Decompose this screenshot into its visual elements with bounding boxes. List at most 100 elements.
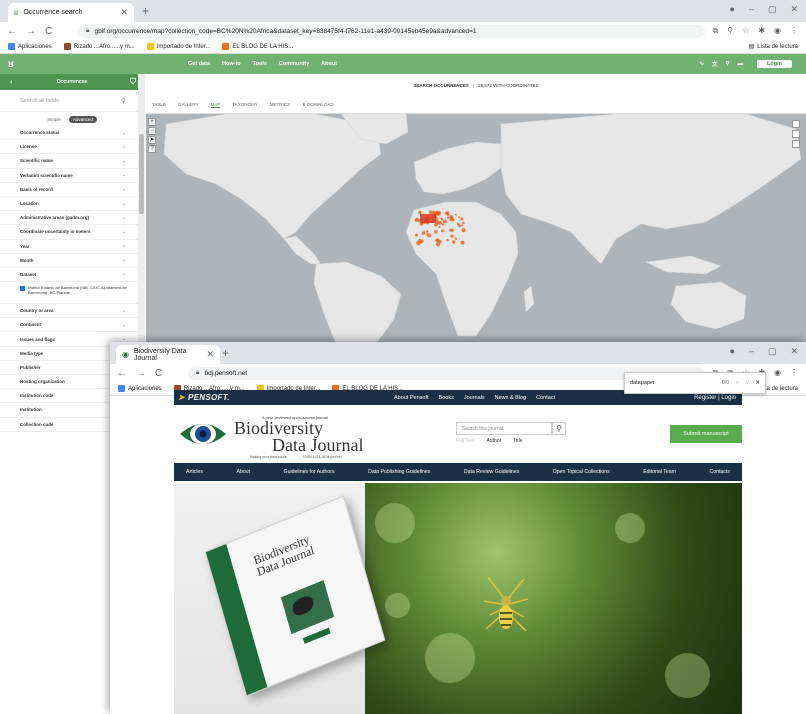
profile-icon[interactable]: ● bbox=[729, 346, 734, 357]
new-tab-button[interactable]: + bbox=[142, 4, 149, 18]
reading-list-button[interactable]: ▤Lista de lectura bbox=[749, 43, 806, 51]
account-icon[interactable]: ◉ bbox=[774, 368, 781, 378]
register-login-link[interactable]: Register | Login bbox=[694, 395, 736, 401]
tab-biodiversity-data-journal[interactable]: ◉ Biodiversity Data Journal ✕ bbox=[116, 345, 220, 364]
filter-item[interactable]: Country or area ⌄ bbox=[0, 304, 144, 319]
tab-map[interactable]: MAP bbox=[210, 102, 221, 108]
nav-about[interactable]: About bbox=[321, 61, 337, 67]
nav-contacts[interactable]: Contacts bbox=[709, 469, 729, 475]
filter-author[interactable]: Author bbox=[487, 438, 502, 444]
sidebar-search-input[interactable]: Search all fields ⚲ bbox=[0, 90, 144, 112]
zoom-icon[interactable]: ⚲ bbox=[727, 26, 733, 36]
nav-tools[interactable]: Tools bbox=[253, 61, 267, 67]
nav-books[interactable]: Books bbox=[439, 395, 454, 401]
menu-kebab-icon[interactable]: ⋮ bbox=[790, 368, 798, 378]
filter-item[interactable]: Continent ⌄ bbox=[0, 318, 144, 333]
translate-icon[interactable]: ⧉ bbox=[713, 26, 719, 36]
gbif-logo-icon[interactable]: ʁ bbox=[0, 59, 30, 70]
bookmark-item[interactable]: Aplicaciones bbox=[8, 43, 52, 50]
find-close-icon[interactable]: ✕ bbox=[755, 380, 760, 386]
url-field[interactable]: 🔒︎ gbif.org/occurrence/map?collection_co… bbox=[78, 24, 705, 38]
filter-item[interactable]: License ⌄ bbox=[0, 140, 144, 155]
minimize-button[interactable]: – bbox=[749, 4, 754, 15]
reload-icon[interactable]: C bbox=[45, 26, 52, 37]
extensions-icon[interactable]: ✱ bbox=[758, 26, 765, 36]
nav-data-review-guidelines[interactable]: Data Review Guidelines bbox=[464, 469, 519, 475]
nav-about[interactable]: About bbox=[237, 469, 251, 475]
account-icon[interactable]: ◉ bbox=[774, 26, 781, 36]
journal-search-input[interactable]: Search this journal bbox=[456, 422, 552, 435]
bookmark-item[interactable]: Importado de Inter... bbox=[146, 43, 210, 50]
close-window-button[interactable]: ✕ bbox=[790, 4, 798, 15]
scrollbar-thumb[interactable] bbox=[139, 134, 144, 214]
compass-icon[interactable]: ➤ bbox=[148, 136, 156, 144]
login-button[interactable]: Login bbox=[757, 60, 792, 68]
nav-news-blog[interactable]: News & Blog bbox=[495, 395, 527, 401]
nav-community[interactable]: Community bbox=[279, 61, 309, 67]
maximize-button[interactable]: ▢ bbox=[768, 346, 777, 357]
language-icon[interactable]: 文 bbox=[712, 60, 718, 68]
filter-item[interactable]: Coordinate uncertainty in meters ⌄ bbox=[0, 225, 144, 240]
find-next-icon[interactable]: ∨ bbox=[745, 380, 749, 386]
filter-icon[interactable]: ⛉ bbox=[130, 77, 136, 87]
nav-editorial-team[interactable]: Editorial Team bbox=[643, 469, 676, 475]
nav-data-publishing-guidelines[interactable]: Data Publishing Guidelines bbox=[368, 469, 430, 475]
filter-item[interactable]: Verbatim scientific name ⌄ bbox=[0, 169, 144, 183]
menu-kebab-icon[interactable]: ⋮ bbox=[790, 26, 798, 36]
bookmark-star-icon[interactable]: ☆ bbox=[742, 26, 749, 36]
nav-about-pensoft[interactable]: About Pensoft bbox=[394, 395, 429, 401]
nav-get-data[interactable]: Get data bbox=[188, 61, 210, 67]
help-icon[interactable]: ? bbox=[148, 145, 156, 153]
bookmark-item[interactable]: Rizado ...Afro......y m... bbox=[63, 43, 135, 50]
filter-item[interactable]: Year ⌄ bbox=[0, 240, 144, 254]
find-input[interactable]: datapaper bbox=[630, 380, 716, 386]
maximize-button[interactable]: ▢ bbox=[768, 4, 777, 15]
search-icon[interactable]: ⚲ bbox=[726, 61, 730, 67]
tab-gallery[interactable]: GALLERY bbox=[178, 102, 199, 107]
nav-journals[interactable]: Journals bbox=[464, 395, 485, 401]
minimize-button[interactable]: – bbox=[749, 346, 754, 357]
tab-taxonomy[interactable]: TAXONOMY bbox=[232, 102, 257, 107]
zoom-out-button[interactable]: − bbox=[148, 127, 156, 135]
forward-arrow-icon[interactable]: → bbox=[26, 26, 36, 37]
bookmark-item[interactable]: EL BLOG DE LA HIS... bbox=[222, 43, 293, 50]
mode-simple[interactable]: Simple bbox=[47, 117, 61, 122]
nav-open-topical-collections[interactable]: Open Topical Collections bbox=[553, 469, 610, 475]
filter-item[interactable]: Month ⌄ bbox=[0, 254, 144, 268]
activity-icon[interactable]: ∿ bbox=[699, 61, 704, 67]
submit-manuscript-button[interactable]: Submit manuscript bbox=[670, 425, 742, 443]
back-arrow-icon[interactable]: ← bbox=[117, 368, 127, 379]
pensoft-logo[interactable]: ➤ PENSOFT. bbox=[174, 393, 230, 402]
filter-item[interactable]: Dataset ⌄ bbox=[0, 268, 144, 283]
map-layer-button[interactable] bbox=[792, 120, 800, 128]
profile-icon[interactable]: ● bbox=[729, 4, 734, 15]
back-arrow-icon[interactable]: ← bbox=[7, 26, 17, 37]
find-prev-icon[interactable]: ∧ bbox=[735, 380, 739, 386]
filter-item[interactable]: Occurrence status ⌄ bbox=[0, 126, 144, 141]
nav-contact[interactable]: Contact bbox=[536, 395, 555, 401]
tab-metrics[interactable]: METRICS bbox=[270, 102, 290, 107]
forward-arrow-icon[interactable]: → bbox=[136, 368, 146, 379]
filter-item[interactable]: Basis of record ⌄ bbox=[0, 183, 144, 197]
bdj-eye-logo-icon[interactable] bbox=[178, 418, 228, 450]
close-window-button[interactable]: ✕ bbox=[790, 346, 798, 357]
tab-table[interactable]: TABLE bbox=[152, 102, 166, 107]
filter-item[interactable]: Location ⌄ bbox=[0, 197, 144, 212]
map-fullscreen-button[interactable] bbox=[792, 140, 800, 148]
close-tab-icon[interactable]: ✕ bbox=[120, 7, 128, 18]
zoom-in-button[interactable]: + bbox=[148, 118, 156, 126]
map-style-button[interactable] bbox=[792, 130, 800, 138]
nav-guidelines-authors[interactable]: Guidelines for Authors bbox=[284, 469, 335, 475]
filter-item[interactable]: Scientific name ⌄ bbox=[0, 154, 144, 169]
tab-occurrence-search[interactable]: ʁ Occurrence search ✕ bbox=[8, 3, 134, 22]
notifications-icon[interactable]: ▬ bbox=[738, 61, 744, 67]
nav-how-to[interactable]: How-to bbox=[222, 61, 241, 67]
filter-item[interactable]: Administrative areas (gadm.org) ⌄ bbox=[0, 211, 144, 226]
world-map[interactable]: + − ➤ ? bbox=[146, 113, 806, 345]
new-tab-button[interactable]: + bbox=[222, 346, 229, 360]
filter-title[interactable]: Title bbox=[513, 438, 522, 444]
search-icon[interactable]: ⚲ bbox=[552, 422, 566, 435]
sidebar-scrollbar[interactable] bbox=[138, 74, 145, 344]
mode-advanced[interactable]: Advanced bbox=[68, 115, 97, 123]
checkbox-checked-icon[interactable] bbox=[20, 286, 25, 292]
